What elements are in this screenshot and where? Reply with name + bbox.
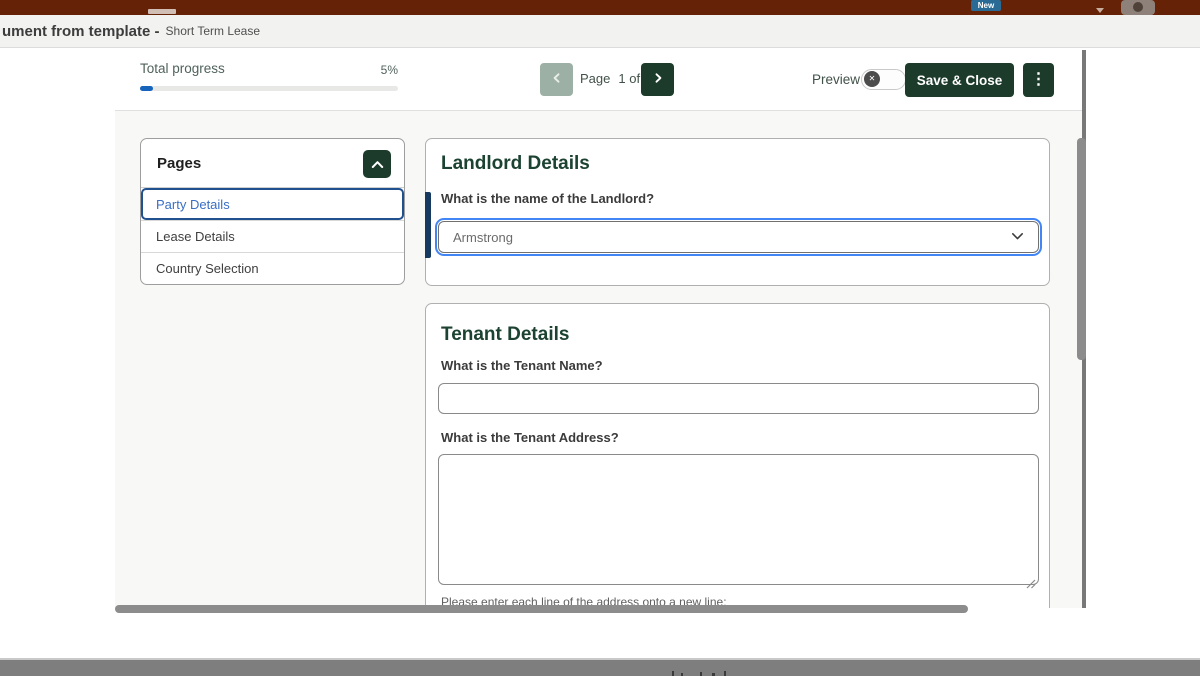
- sidebar-item-country-selection[interactable]: Country Selection: [141, 252, 404, 284]
- tenant-address-question: What is the Tenant Address?: [441, 430, 619, 445]
- page-word: Page: [580, 71, 610, 86]
- tenant-address-textarea[interactable]: [438, 454, 1039, 585]
- progress-percent: 5%: [340, 63, 398, 77]
- pages-title: Pages: [157, 155, 201, 172]
- chevron-down-icon[interactable]: [1096, 8, 1104, 13]
- pages-panel: Pages Party Details Lease Details Countr…: [140, 138, 405, 285]
- preview-toggle[interactable]: ✕: [861, 69, 906, 90]
- previous-page-button[interactable]: [540, 63, 573, 96]
- screen: New ument from template - Short Term Lea…: [0, 0, 1200, 676]
- sidebar-item-lease-details[interactable]: Lease Details: [141, 220, 404, 252]
- tenant-details-card: Tenant Details What is the Tenant Name? …: [425, 303, 1050, 608]
- progress-label: Total progress: [140, 61, 225, 76]
- preview-label: Preview: [812, 72, 860, 87]
- tenant-name-input[interactable]: [438, 383, 1039, 414]
- tenant-card-title: Tenant Details: [441, 324, 569, 346]
- chevron-up-icon: [371, 157, 384, 172]
- landlord-name-selected-value: Armstrong: [453, 230, 1011, 245]
- resize-handle-icon[interactable]: [1025, 576, 1036, 587]
- clipped-text-mark: [700, 672, 702, 676]
- browser-top-bar: New: [0, 0, 1200, 15]
- pages-panel-header: Pages: [141, 139, 404, 188]
- chevron-left-icon: [551, 72, 563, 87]
- active-question-accent-bar: [425, 192, 431, 258]
- chevron-right-icon: [652, 72, 664, 87]
- clipped-text-mark: [672, 671, 674, 676]
- progress-fill: [140, 86, 153, 91]
- horizontal-scrollbar-thumb[interactable]: [115, 605, 968, 613]
- form-scroll-area: Pages Party Details Lease Details Countr…: [115, 111, 1082, 608]
- tenant-name-question: What is the Tenant Name?: [441, 358, 603, 373]
- collapse-pages-button[interactable]: [363, 150, 391, 178]
- save-close-button[interactable]: Save & Close: [905, 63, 1014, 97]
- avatar[interactable]: [1121, 0, 1155, 15]
- toggle-off-x-icon: ✕: [864, 71, 880, 87]
- new-badge: New: [971, 0, 1001, 11]
- sidebar-item-party-details[interactable]: Party Details: [141, 188, 404, 220]
- landlord-details-card: Landlord Details What is the name of the…: [425, 138, 1050, 286]
- template-name: Short Term Lease: [166, 24, 261, 38]
- avatar-face: [1133, 2, 1143, 12]
- landlord-name-select[interactable]: Armstrong: [438, 221, 1039, 253]
- clipped-text-mark: [724, 671, 726, 676]
- document-title-bar: ument from template - Short Term Lease: [0, 15, 1200, 48]
- landlord-card-title: Landlord Details: [441, 153, 590, 175]
- chevron-down-icon: [1011, 228, 1024, 246]
- page-title: ument from template -: [2, 23, 160, 40]
- clipped-logo-mark: [148, 9, 176, 14]
- background-window-bar: [0, 658, 1200, 676]
- kebab-menu-button[interactable]: ⋮: [1023, 63, 1054, 97]
- vertical-scrollbar-thumb[interactable]: [1077, 138, 1086, 360]
- progress-bar: [140, 86, 398, 91]
- next-page-button[interactable]: [641, 63, 674, 96]
- landlord-name-question: What is the name of the Landlord?: [441, 191, 654, 206]
